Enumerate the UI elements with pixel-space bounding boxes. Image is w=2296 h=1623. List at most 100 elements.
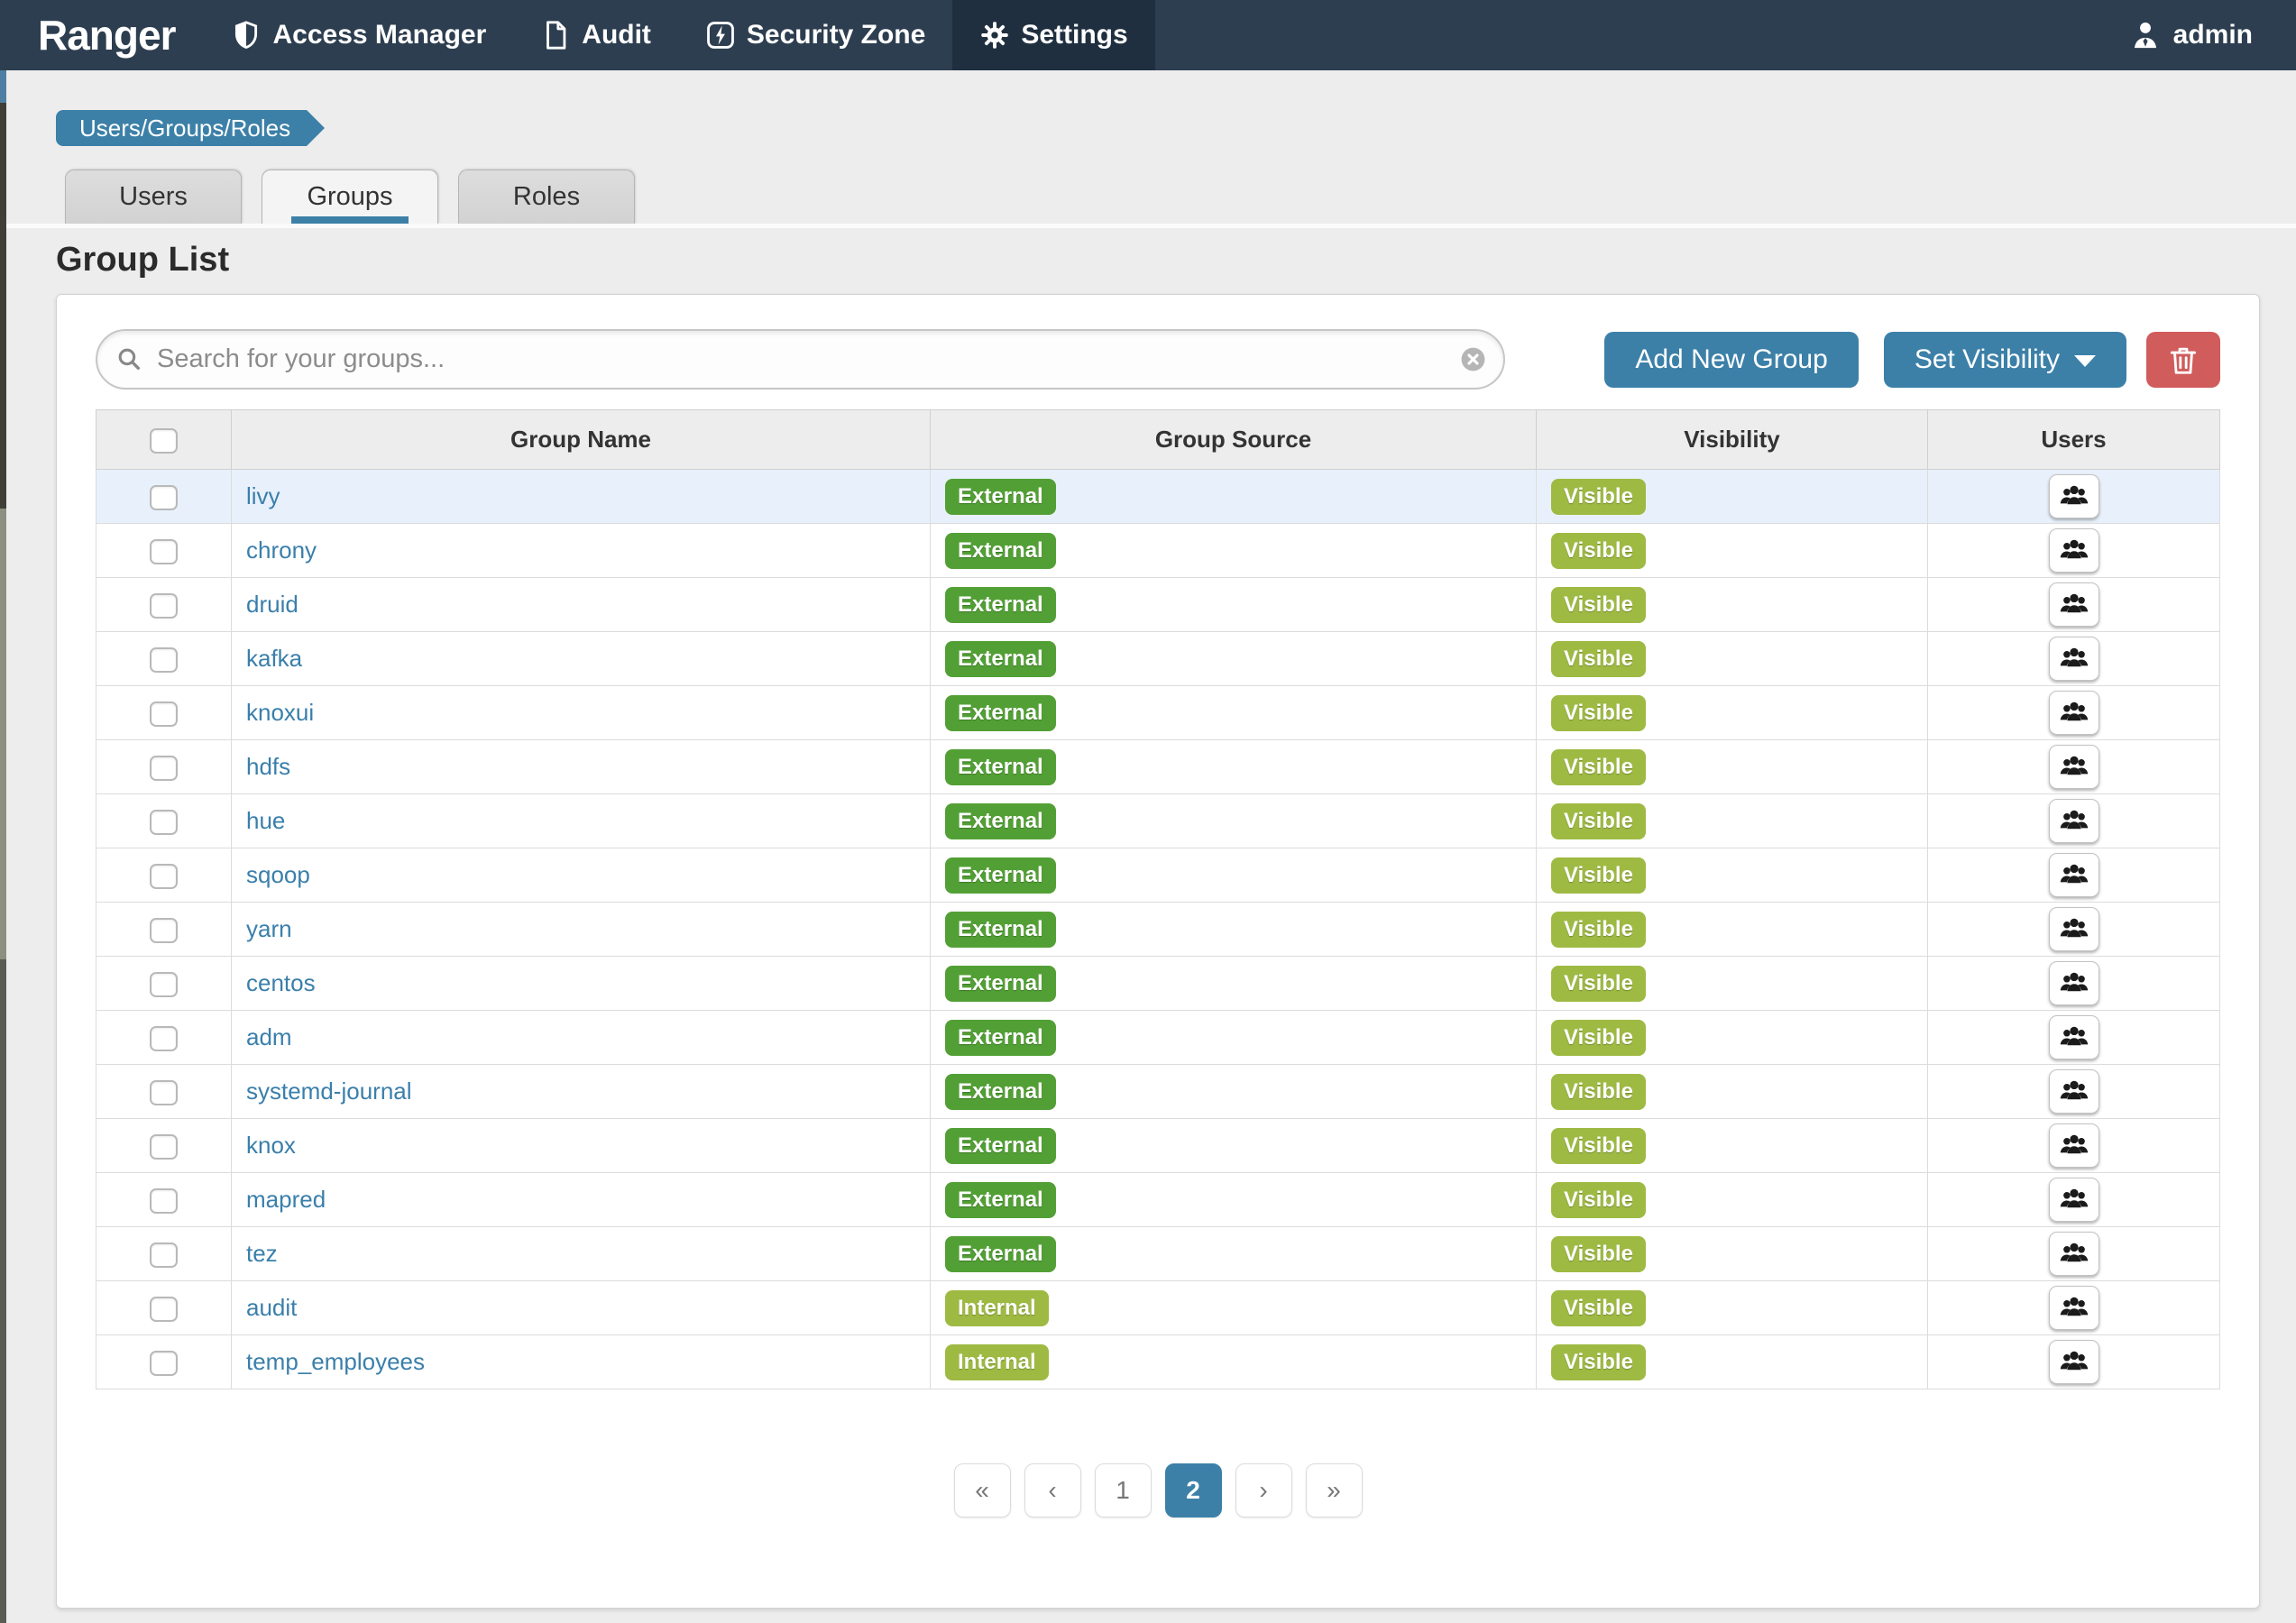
edge-segment [0,70,6,103]
group-name-link[interactable]: chrony [246,536,317,564]
tab-groups[interactable]: Groups [262,170,438,224]
tab-users[interactable]: Users [65,170,242,224]
group-name-link[interactable]: kafka [246,645,302,672]
table-row: knoxExternalVisible [96,1119,2220,1173]
group-users-button[interactable] [2049,961,2099,1005]
group-users-button[interactable] [2049,582,2099,627]
nav-item-audit[interactable]: Audit [513,0,678,70]
group-name-link[interactable]: hue [246,807,285,834]
visibility-badge: Visible [1551,1020,1646,1056]
pagination-page-1[interactable]: 1 [1095,1463,1152,1518]
group-users-button[interactable] [2049,1069,2099,1114]
people-icon [2058,480,2090,512]
group-source-badge: External [945,695,1056,731]
group-name-link[interactable]: systemd-journal [246,1077,412,1105]
visibility-badge: Visible [1551,587,1646,623]
shield-icon [231,20,262,50]
content: Users/Groups/Roles Users Groups Roles Gr… [0,70,2296,1609]
pagination-page-2[interactable]: 2 [1165,1463,1222,1518]
page-title: Group List [56,241,2296,280]
row-checkbox[interactable] [150,1080,178,1105]
visibility-badge: Visible [1551,966,1646,1002]
delete-button[interactable] [2146,332,2220,388]
table-row: admExternalVisible [96,1011,2220,1065]
row-checkbox[interactable] [150,756,178,781]
group-users-button[interactable] [2049,691,2099,735]
group-name-link[interactable]: audit [246,1294,297,1321]
visibility-badge: Visible [1551,1344,1646,1380]
group-name-link[interactable]: temp_employees [246,1348,425,1375]
tab-roles[interactable]: Roles [458,170,635,224]
add-new-group-button[interactable]: Add New Group [1604,332,1858,388]
group-name-link[interactable]: mapred [246,1186,326,1213]
row-checkbox[interactable] [150,1297,178,1322]
row-checkbox[interactable] [150,972,178,997]
row-checkbox[interactable] [150,485,178,510]
group-users-button[interactable] [2049,745,2099,789]
group-users-button[interactable] [2049,1015,2099,1059]
pagination-next[interactable]: › [1235,1463,1292,1518]
group-users-button[interactable] [2049,799,2099,843]
people-icon [2058,750,2090,783]
group-source-badge: External [945,1128,1056,1164]
search-input[interactable] [96,329,1505,390]
group-name-link[interactable]: sqoop [246,861,310,888]
group-name-link[interactable]: adm [246,1023,292,1050]
nav-item-settings[interactable]: Settings [952,0,1154,70]
trash-icon [2166,343,2200,377]
group-name-link[interactable]: centos [246,969,316,996]
group-users-button[interactable] [2049,1178,2099,1222]
row-checkbox[interactable] [150,593,178,619]
column-header-group-source: Group Source [931,410,1537,470]
nav-item-security-zone[interactable]: Security Zone [678,0,952,70]
group-users-button[interactable] [2049,1286,2099,1330]
group-name-link[interactable]: yarn [246,915,292,942]
group-name-link[interactable]: knox [246,1132,296,1159]
people-icon [2058,1237,2090,1270]
group-users-button[interactable] [2049,1123,2099,1168]
table-row: livyExternalVisible [96,470,2220,524]
row-checkbox[interactable] [150,810,178,835]
gear-icon [979,20,1010,50]
row-checkbox[interactable] [150,1134,178,1160]
people-icon [2058,1129,2090,1161]
select-all-checkbox[interactable] [150,428,178,454]
row-checkbox[interactable] [150,647,178,673]
row-checkbox[interactable] [150,1026,178,1051]
edge-segment [0,509,6,959]
breadcrumb[interactable]: Users/Groups/Roles [56,110,307,146]
people-icon [2058,1291,2090,1324]
group-name-link[interactable]: knoxui [246,699,314,726]
visibility-badge: Visible [1551,1182,1646,1218]
nav-item-access-manager[interactable]: Access Manager [204,0,513,70]
clear-search-icon[interactable] [1459,345,1487,373]
group-users-button[interactable] [2049,637,2099,681]
group-users-button[interactable] [2049,528,2099,573]
row-checkbox[interactable] [150,1188,178,1214]
row-checkbox[interactable] [150,1242,178,1268]
table-row: hdfsExternalVisible [96,740,2220,794]
row-checkbox[interactable] [150,864,178,889]
group-source-badge: External [945,479,1056,515]
group-name-link[interactable]: tez [246,1240,278,1267]
group-source-badge: External [945,587,1056,623]
group-users-button[interactable] [2049,1232,2099,1276]
user-menu[interactable]: admin [2130,0,2253,70]
group-users-button[interactable] [2049,474,2099,518]
group-name-link[interactable]: druid [246,591,298,618]
set-visibility-button[interactable]: Set Visibility [1884,332,2126,388]
pagination-last[interactable]: » [1306,1463,1363,1518]
group-name-link[interactable]: hdfs [246,753,290,780]
app-logo[interactable]: Ranger [38,0,175,70]
group-users-button[interactable] [2049,907,2099,951]
row-checkbox[interactable] [150,1351,178,1376]
pagination-prev[interactable]: ‹ [1024,1463,1081,1518]
group-users-button[interactable] [2049,853,2099,897]
group-users-button[interactable] [2049,1340,2099,1384]
row-checkbox[interactable] [150,701,178,727]
group-name-link[interactable]: livy [246,482,280,509]
table-row: chronyExternalVisible [96,524,2220,578]
row-checkbox[interactable] [150,539,178,564]
row-checkbox[interactable] [150,918,178,943]
pagination-first[interactable]: « [954,1463,1011,1518]
